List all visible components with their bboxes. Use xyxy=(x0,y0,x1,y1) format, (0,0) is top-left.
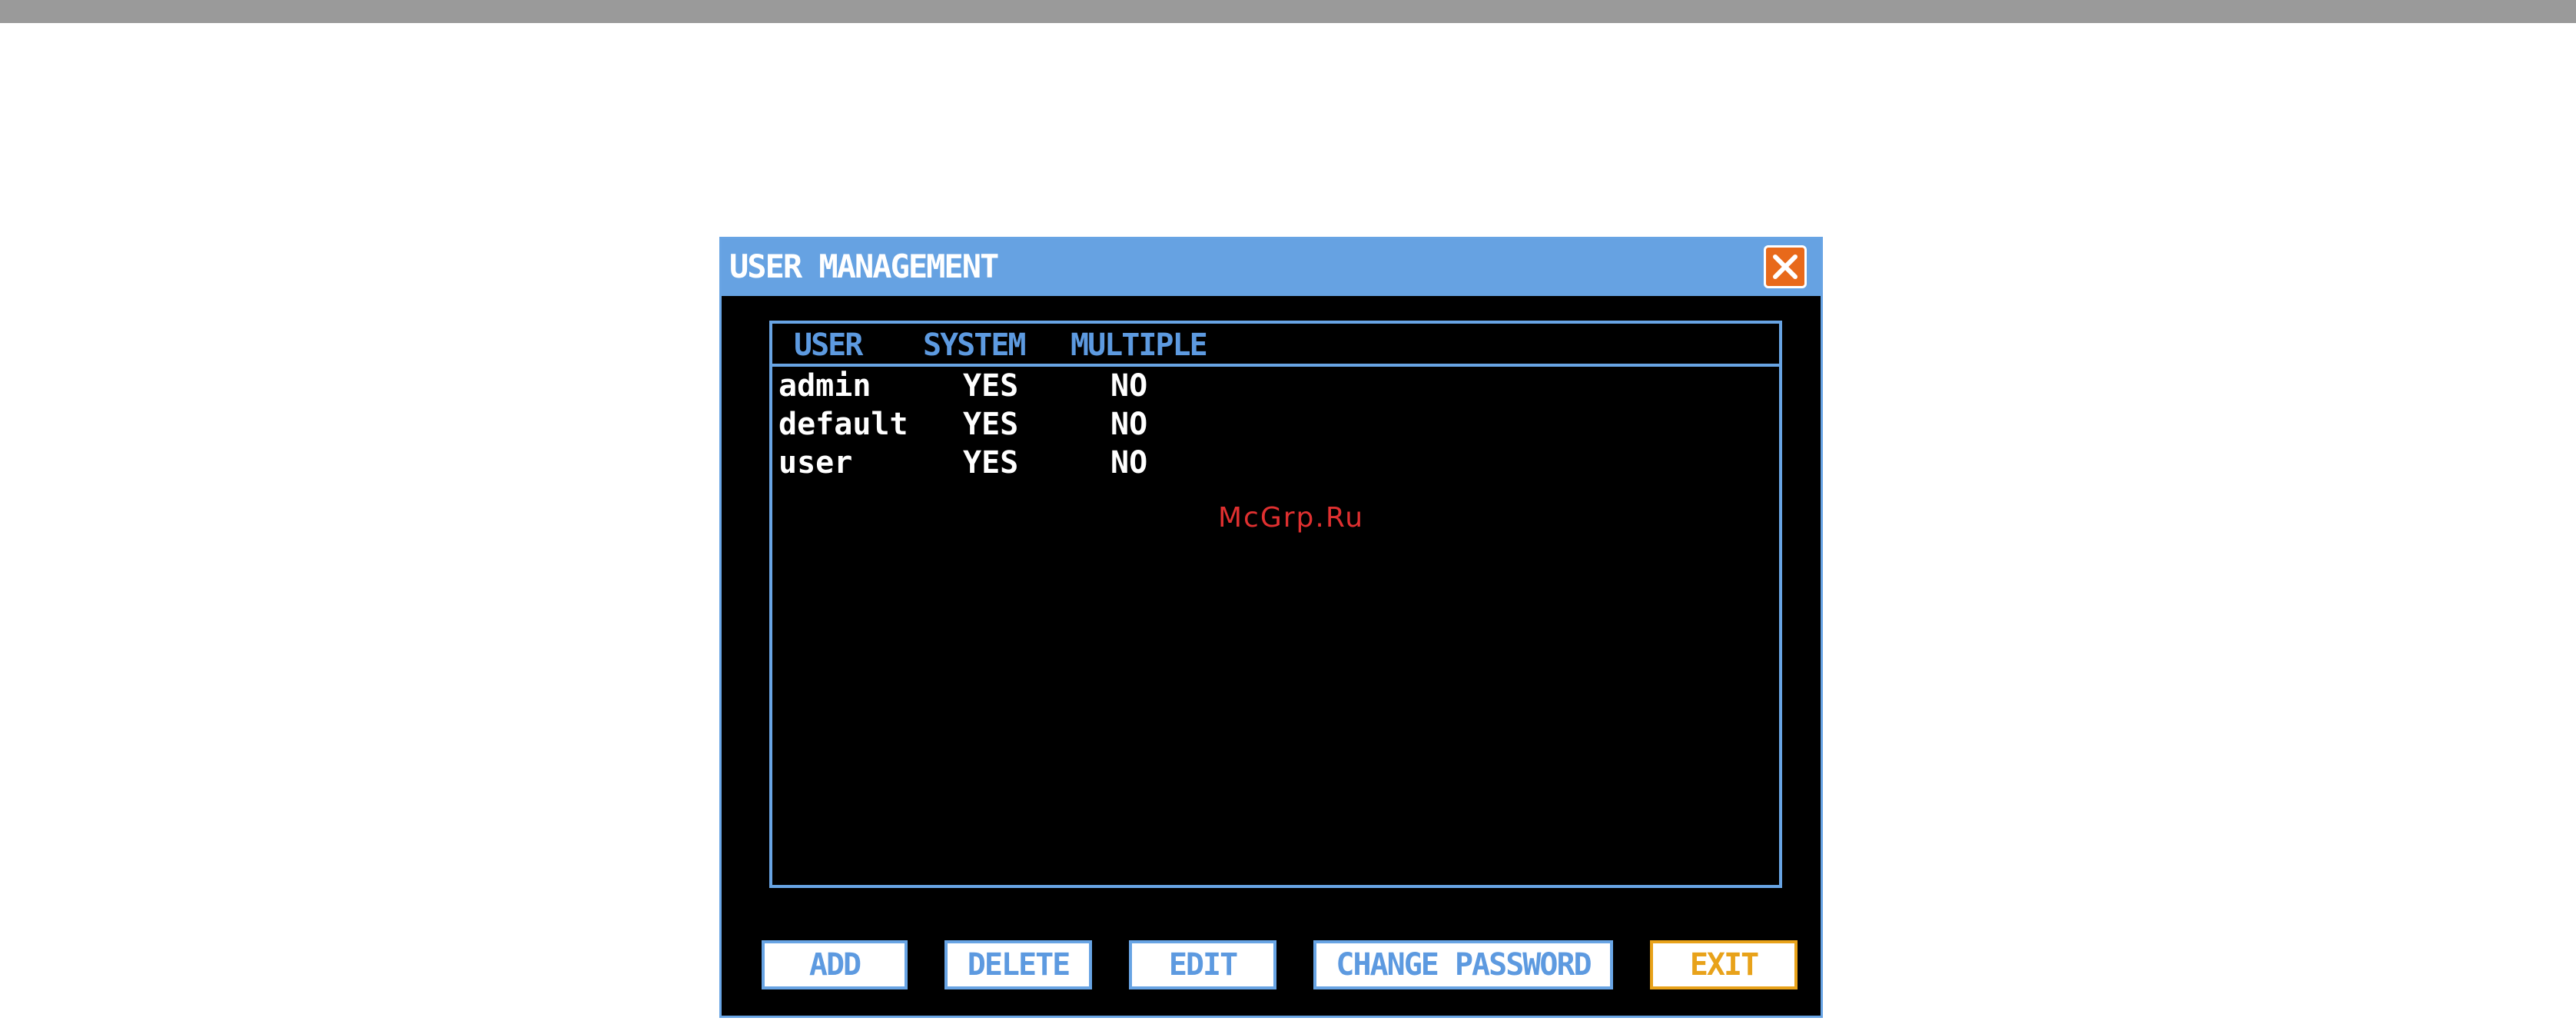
user-cell: user xyxy=(778,445,853,481)
title-bar: USER MANAGEMENT xyxy=(722,239,1821,296)
table-row[interactable]: user YES NO xyxy=(772,444,1779,482)
list-header: USER SYSTEM MULTIPLE xyxy=(772,324,1779,367)
system-cell: YES xyxy=(963,368,1019,404)
column-header-multiple[interactable]: MULTIPLE xyxy=(1071,328,1208,362)
multiple-cell: NO xyxy=(1110,368,1148,404)
close-button[interactable] xyxy=(1764,245,1807,288)
column-header-system[interactable]: SYSTEM xyxy=(923,328,1026,362)
column-header-user[interactable]: USER xyxy=(794,328,863,362)
user-cell: default xyxy=(778,407,908,442)
add-button[interactable]: ADD xyxy=(762,940,908,989)
user-cell: admin xyxy=(778,368,871,404)
exit-button[interactable]: EXIT xyxy=(1650,940,1798,989)
multiple-cell: NO xyxy=(1110,407,1148,442)
close-icon xyxy=(1773,254,1798,279)
system-cell: YES xyxy=(963,407,1019,442)
user-management-dialog: USER MANAGEMENT USER SYSTEM MULTIPLE adm… xyxy=(719,237,1823,1018)
user-list: USER SYSTEM MULTIPLE admin YES NO defaul… xyxy=(769,321,1782,888)
top-bar xyxy=(0,0,2576,23)
system-cell: YES xyxy=(963,445,1019,481)
change-password-button[interactable]: CHANGE PASSWORD xyxy=(1313,940,1613,989)
table-row[interactable]: default YES NO xyxy=(772,405,1779,444)
delete-button[interactable]: DELETE xyxy=(944,940,1092,989)
table-row[interactable]: admin YES NO xyxy=(772,367,1779,405)
multiple-cell: NO xyxy=(1110,445,1148,481)
watermark: McGrp.Ru xyxy=(1218,502,1365,534)
edit-button[interactable]: EDIT xyxy=(1129,940,1276,989)
dialog-title: USER MANAGEMENT xyxy=(729,248,999,285)
